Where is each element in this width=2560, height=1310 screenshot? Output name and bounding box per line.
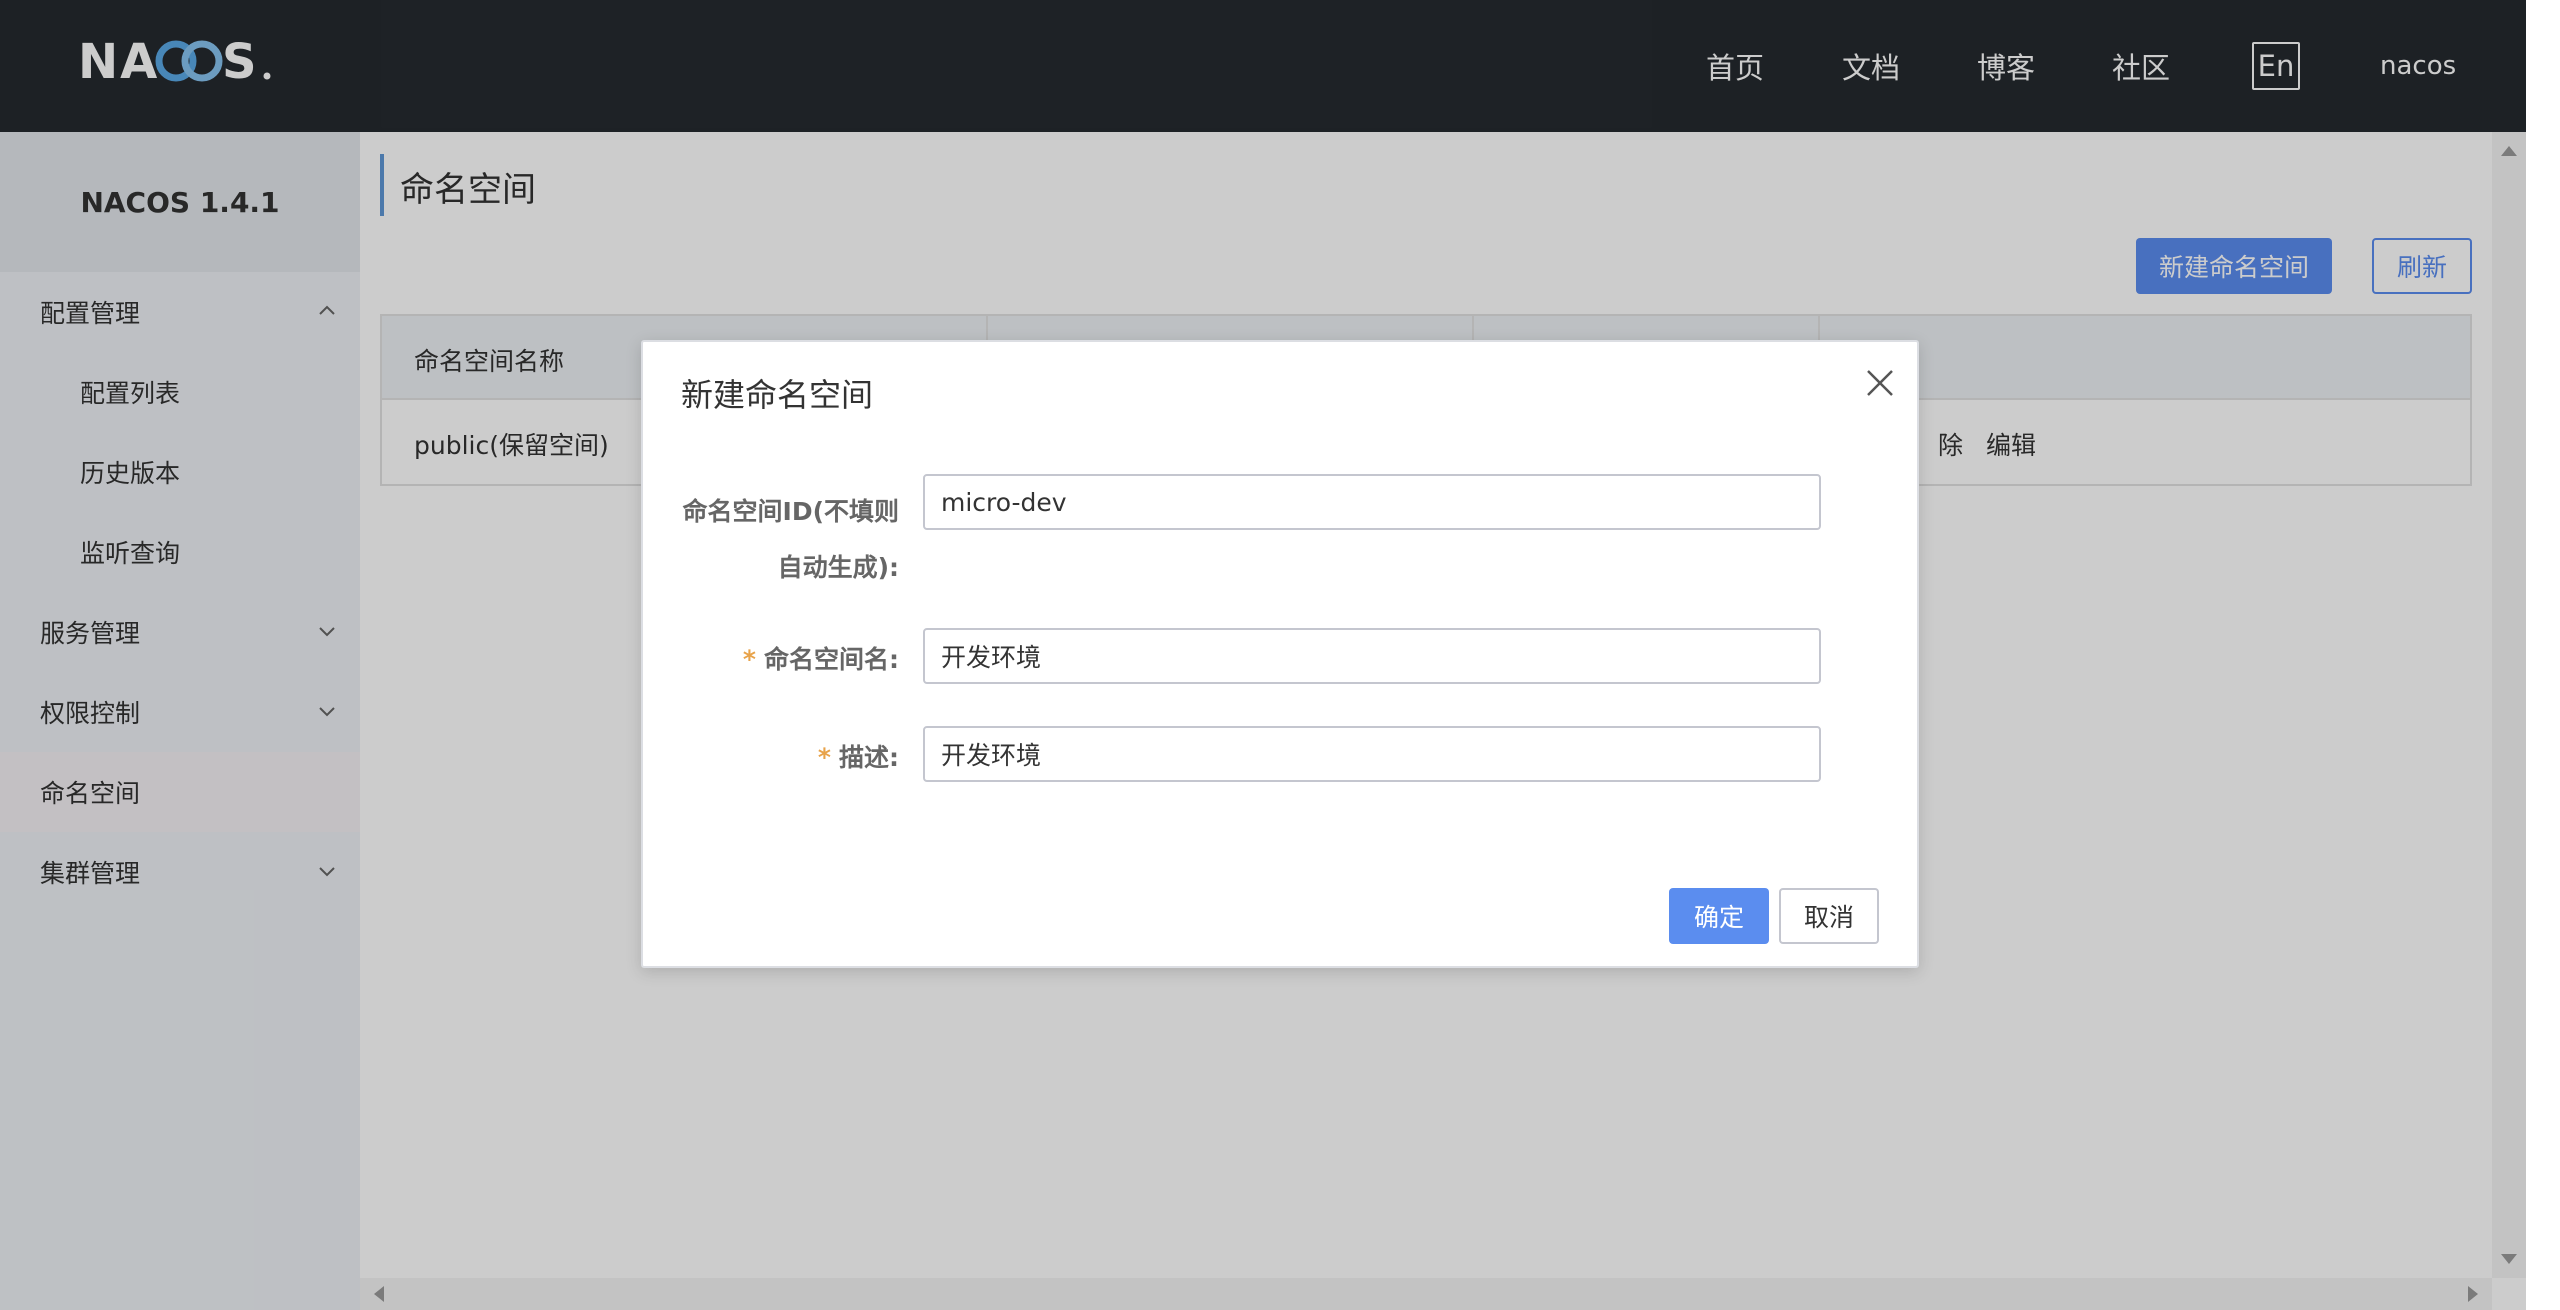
namespace-id-input[interactable] [923,474,1821,530]
namespace-name-label-text: 命名空间名: [764,645,899,674]
namespace-id-label-line1: 命名空间ID(不填则 [682,497,899,526]
confirm-button[interactable]: 确定 [1669,888,1769,944]
dialog-title: 新建命名空间 [681,376,874,414]
window-edge [2526,0,2560,1310]
namespace-name-input[interactable] [923,628,1821,684]
namespace-id-label: 命名空间ID(不填则 自动生成): [683,484,899,596]
namespace-id-label-line2: 自动生成): [777,553,899,582]
new-namespace-dialog: 新建命名空间 命名空间ID(不填则 自动生成): * 命名空间名: * 描述: 确定… [641,340,1919,968]
required-mark: * [817,743,831,772]
description-label: * 描述: [818,738,899,774]
close-icon[interactable] [1863,366,1897,400]
description-label-text: 描述: [839,743,899,772]
description-input[interactable] [923,726,1821,782]
cancel-button[interactable]: 取消 [1779,888,1879,944]
namespace-name-label: * 命名空间名: [743,640,899,676]
required-mark: * [742,645,756,674]
